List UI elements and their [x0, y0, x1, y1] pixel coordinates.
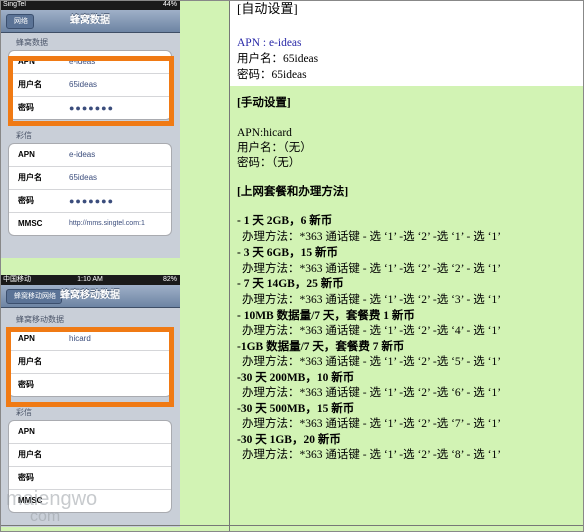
document-page: SingTel 44% 网络 蜂窝数据 蜂窝数据 APN e-ideas 用户名 6…: [0, 0, 584, 532]
table-border: [0, 0, 584, 532]
